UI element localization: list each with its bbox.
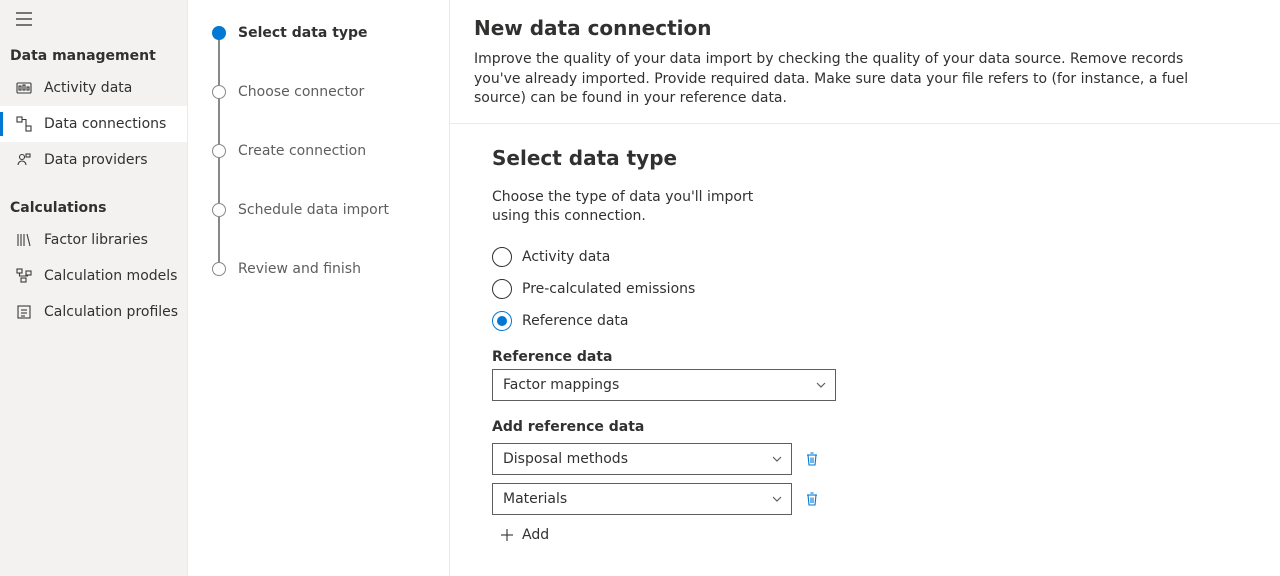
add-reference-data-label: Add reference data [492, 419, 1256, 435]
added-reference-row: Disposal methods [492, 443, 1256, 475]
radio-icon [492, 279, 512, 299]
add-button-label: Add [522, 527, 549, 543]
add-reference-button[interactable]: Add [492, 527, 1256, 543]
hamburger-menu-button[interactable] [0, 10, 187, 26]
sidebar-item-label: Data providers [44, 152, 148, 168]
section-hint: Choose the type of data you'll import us… [492, 188, 792, 227]
calculation-models-icon [16, 268, 32, 284]
sidebar-item-data-providers[interactable]: Data providers [0, 142, 187, 178]
sidebar-item-label: Data connections [44, 116, 166, 132]
factor-libraries-icon [16, 232, 32, 248]
chevron-down-icon [771, 493, 783, 505]
sidebar-item-calculation-models[interactable]: Calculation models [0, 258, 187, 294]
sidebar-item-label: Calculation models [44, 268, 177, 284]
plus-icon [500, 528, 514, 542]
radio-label: Reference data [522, 313, 628, 329]
sidebar-item-label: Activity data [44, 80, 132, 96]
data-connections-icon [16, 116, 32, 132]
form-body: Select data type Choose the type of data… [450, 124, 1280, 567]
hamburger-icon [16, 12, 32, 26]
main-panel: New data connection Improve the quality … [450, 0, 1280, 576]
radio-label: Pre-calculated emissions [522, 281, 695, 297]
step-choose-connector[interactable]: Choose connector [212, 85, 449, 144]
radio-activity-data[interactable]: Activity data [492, 247, 1256, 267]
added-reference-dropdown[interactable]: Materials [492, 483, 792, 515]
step-review-and-finish[interactable]: Review and finish [212, 262, 449, 278]
step-create-connection[interactable]: Create connection [212, 144, 449, 203]
step-label: Choose connector [238, 84, 364, 100]
trash-icon [804, 451, 820, 467]
sidebar-item-factor-libraries[interactable]: Factor libraries [0, 222, 187, 258]
sidebar-item-data-connections[interactable]: Data connections [0, 106, 187, 142]
sidebar-item-activity-data[interactable]: Activity data [0, 70, 187, 106]
dropdown-value: Materials [503, 491, 567, 507]
radio-label: Activity data [522, 249, 610, 265]
step-marker-icon [212, 203, 226, 217]
step-marker-icon [212, 144, 226, 158]
page-title: New data connection [474, 16, 1256, 40]
sidebar-item-calculation-profiles[interactable]: Calculation profiles [0, 294, 187, 330]
radio-pre-calculated-emissions[interactable]: Pre-calculated emissions [492, 279, 1256, 299]
main-header: New data connection Improve the quality … [450, 0, 1280, 124]
chevron-down-icon [815, 379, 827, 391]
sidebar-item-label: Calculation profiles [44, 304, 178, 320]
step-schedule-data-import[interactable]: Schedule data import [212, 203, 449, 262]
sidebar-section-header: Data management [0, 26, 187, 70]
radio-reference-data[interactable]: Reference data [492, 311, 1256, 331]
step-marker-icon [212, 26, 226, 40]
section-title: Select data type [492, 146, 1256, 170]
radio-icon [492, 247, 512, 267]
chevron-down-icon [771, 453, 783, 465]
sidebar: Data management Activity data Data conne… [0, 0, 188, 576]
step-label: Schedule data import [238, 202, 389, 218]
stepper: Select data type Choose connector Create… [188, 0, 450, 576]
data-providers-icon [16, 152, 32, 168]
trash-icon [804, 491, 820, 507]
sidebar-item-label: Factor libraries [44, 232, 148, 248]
added-reference-row: Materials [492, 483, 1256, 515]
calculation-profiles-icon [16, 304, 32, 320]
activity-data-icon [16, 80, 32, 96]
delete-row-button[interactable] [804, 451, 820, 467]
step-marker-icon [212, 262, 226, 276]
step-select-data-type[interactable]: Select data type [212, 26, 449, 85]
step-marker-icon [212, 85, 226, 99]
added-reference-dropdown[interactable]: Disposal methods [492, 443, 792, 475]
step-label: Review and finish [238, 261, 361, 277]
step-label: Create connection [238, 143, 366, 159]
step-label: Select data type [238, 25, 368, 41]
reference-data-dropdown[interactable]: Factor mappings [492, 369, 836, 401]
dropdown-value: Disposal methods [503, 451, 628, 467]
radio-icon [492, 311, 512, 331]
sidebar-section-header: Calculations [0, 178, 187, 222]
reference-data-label: Reference data [492, 349, 1256, 365]
dropdown-value: Factor mappings [503, 377, 619, 393]
page-description: Improve the quality of your data import … [474, 50, 1234, 109]
delete-row-button[interactable] [804, 491, 820, 507]
